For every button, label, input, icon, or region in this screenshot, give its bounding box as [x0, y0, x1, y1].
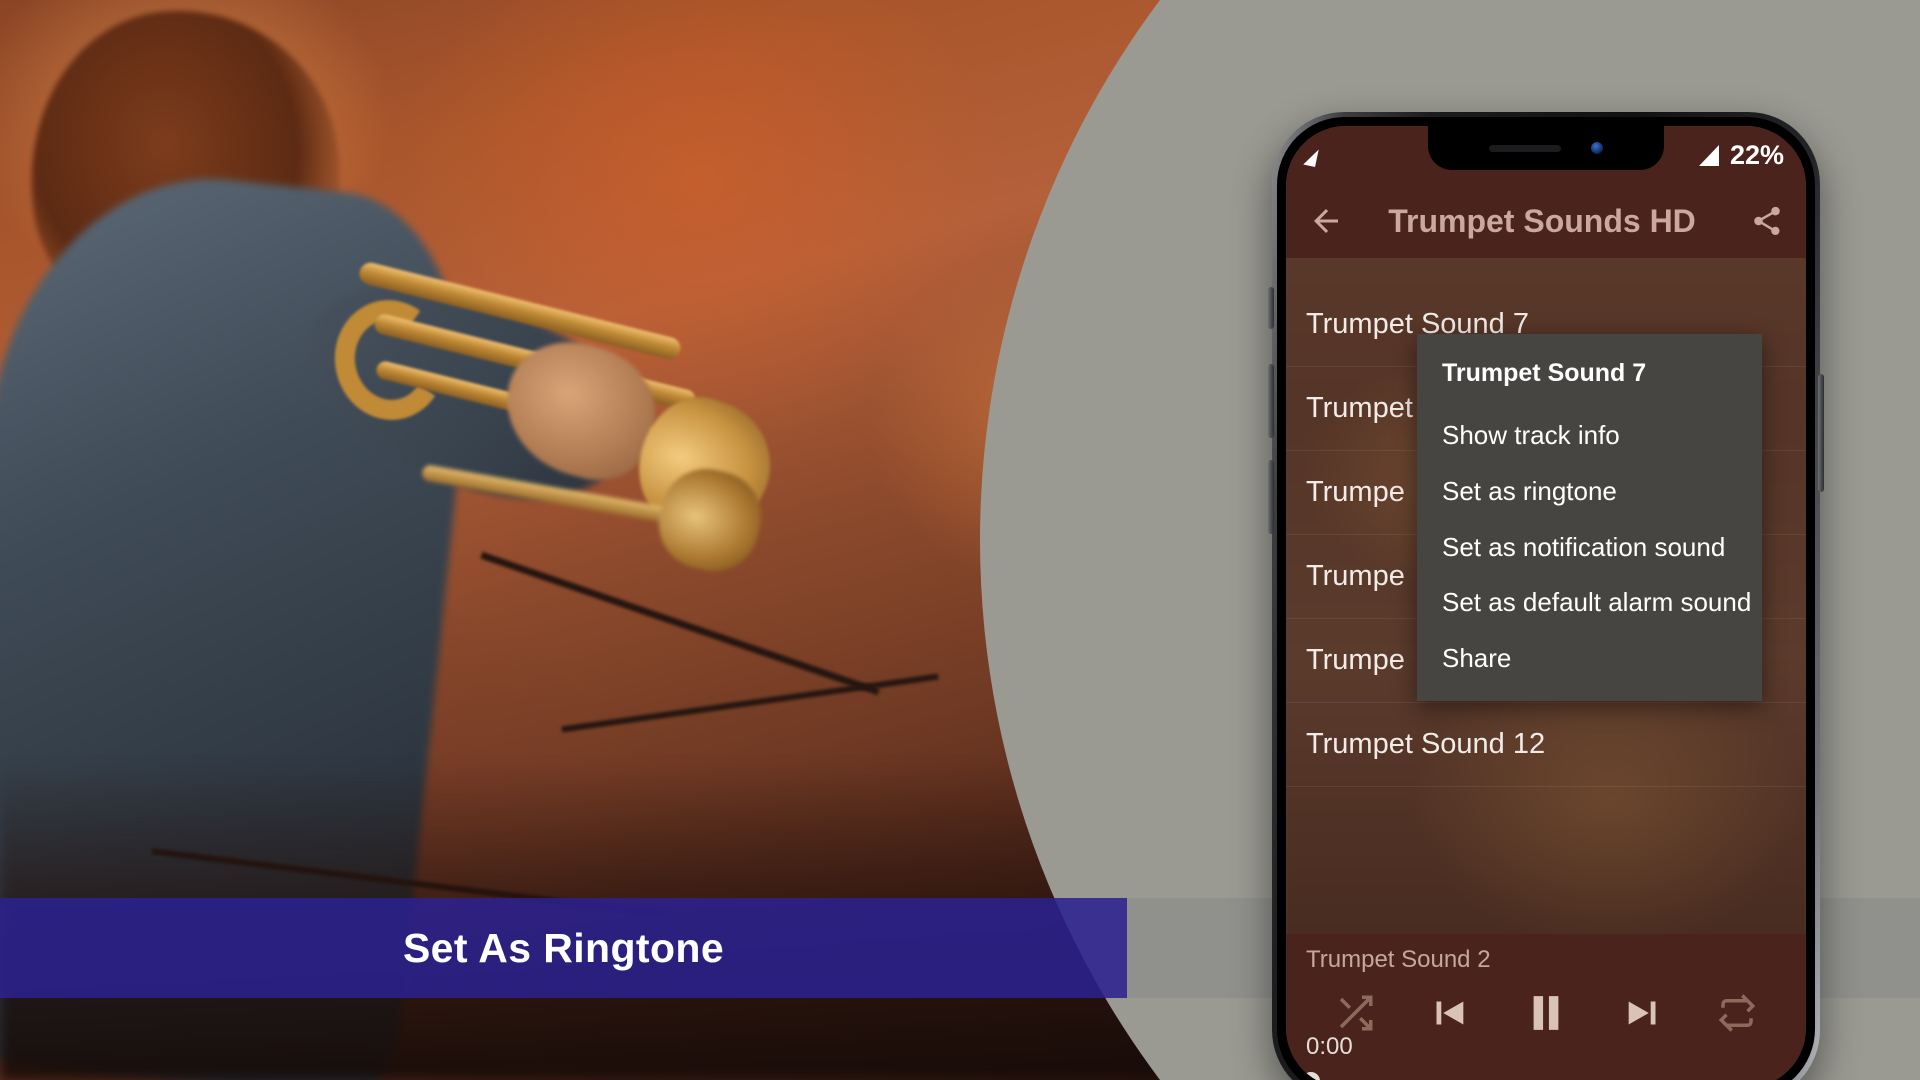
skip-previous-icon[interactable]: [1425, 990, 1471, 1036]
phone-notch: [1428, 126, 1664, 170]
context-menu-header: Trumpet Sound 7: [1442, 359, 1647, 387]
menu-item-set-as-default-alarm-sound[interactable]: Set as default alarm sound: [1417, 575, 1762, 631]
menu-item-set-as-notification-sound[interactable]: Set as notification sound: [1417, 520, 1762, 576]
phone-mockup: Trumpet Sound 7 Trumpet Trumpe Trumpe Tr…: [1268, 112, 1824, 1080]
menu-item-share[interactable]: Share: [1417, 631, 1762, 687]
status-bar: 22%: [1286, 126, 1806, 184]
menu-item-show-track-info[interactable]: Show track info: [1417, 408, 1762, 464]
menu-item-set-as-ringtone[interactable]: Set as ringtone: [1417, 464, 1762, 520]
notification-triangle-icon: [1303, 146, 1319, 168]
earpiece-speaker: [1489, 144, 1561, 152]
phone-bezel: Trumpet Sound 7 Trumpet Trumpe Trumpe Tr…: [1277, 117, 1815, 1080]
status-bar-right: 22%: [1698, 126, 1784, 184]
photo-mic-stand: [480, 551, 880, 696]
phone-mute-switch[interactable]: [1268, 287, 1274, 329]
share-icon[interactable]: [1750, 204, 1784, 238]
pause-icon[interactable]: [1519, 986, 1573, 1040]
player-current-time: 0:00: [1306, 1033, 1353, 1060]
front-camera-icon: [1591, 142, 1603, 154]
player-bar: Trumpet Sound 2 0:00: [1286, 934, 1806, 1080]
photo-mic-stand: [561, 673, 939, 733]
list-item[interactable]: Trumpet Sound 12: [1286, 702, 1806, 786]
context-menu[interactable]: Trumpet Sound 7 Show track info Set as r…: [1417, 334, 1762, 702]
phone-power-button[interactable]: [1818, 374, 1824, 492]
repeat-icon[interactable]: [1716, 992, 1758, 1034]
page-title: Trumpet Sounds HD: [1388, 202, 1696, 239]
phone-volume-down-button[interactable]: [1268, 460, 1274, 534]
signal-bars-icon: [1698, 144, 1719, 166]
phone-volume-up-button[interactable]: [1268, 364, 1274, 438]
battery-percent-label: 22%: [1729, 139, 1784, 170]
skip-next-icon[interactable]: [1621, 990, 1667, 1036]
promo-banner-text: Set As Ringtone: [402, 924, 725, 971]
shuffle-icon[interactable]: [1334, 992, 1376, 1034]
list-divider: [1286, 786, 1806, 787]
player-controls: [1286, 982, 1806, 1044]
phone-screen: Trumpet Sound 7 Trumpet Trumpe Trumpe Tr…: [1286, 126, 1806, 1080]
player-seek-thumb[interactable]: [1302, 1072, 1320, 1080]
player-track-title: Trumpet Sound 2: [1306, 946, 1491, 973]
app-bar: Trumpet Sounds HD: [1286, 184, 1806, 258]
promo-banner: Set As Ringtone: [0, 898, 1127, 998]
